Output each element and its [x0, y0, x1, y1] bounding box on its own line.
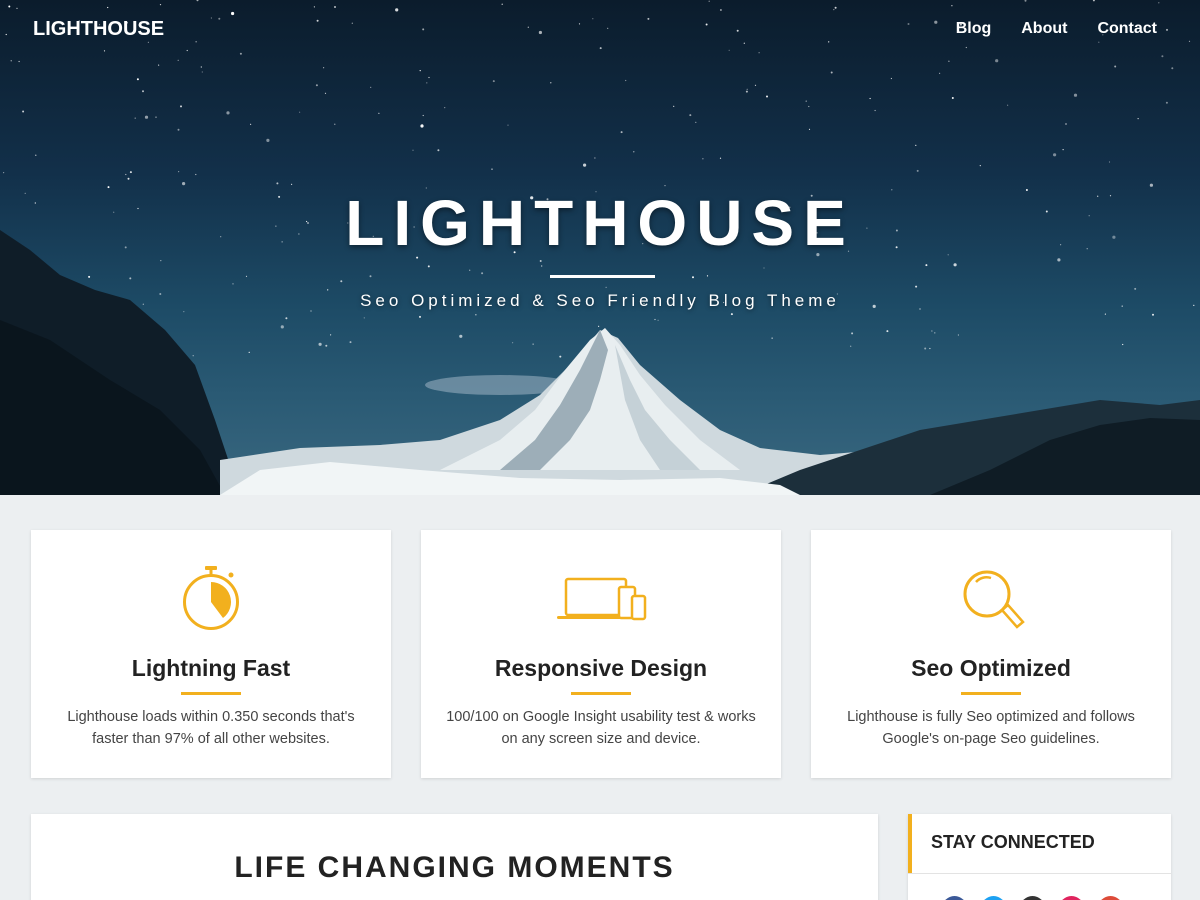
site-logo[interactable]: LIGHTHOUSE	[33, 18, 164, 41]
feature-title: Seo Optimized	[911, 655, 1071, 681]
widget-accent-bar	[908, 814, 912, 873]
magnifier-icon	[963, 570, 1025, 629]
widget-title: STAY CONNECTED	[931, 832, 1095, 852]
devices-icon	[557, 577, 647, 621]
hero-title: LIGHTHOUSE	[345, 187, 855, 259]
facebook-icon[interactable]	[942, 896, 967, 900]
instagram-icon[interactable]	[1059, 896, 1084, 900]
feature-description: Lighthouse is fully Seo optimized and fo…	[847, 709, 1135, 747]
twitter-icon[interactable]	[981, 896, 1006, 900]
nav-link-blog[interactable]: Blog	[956, 20, 992, 38]
feature-title: Lightning Fast	[131, 655, 291, 681]
main-nav: Blog About Contact	[956, 20, 1157, 38]
feature-card-fast: Lightning Fast Lighthouse loads within 0…	[31, 530, 391, 778]
main-content-panel: LIFE CHANGING MOMENTS	[31, 814, 878, 900]
hero-subtitle: Seo Optimized & Seo Friendly Blog Theme	[360, 291, 840, 310]
feature-title-underline	[181, 692, 241, 695]
feature-title-underline	[571, 692, 631, 695]
github-icon[interactable]	[1020, 896, 1045, 900]
feature-description: 100/100 on Google Insight usability test…	[446, 709, 756, 747]
nav-link-about[interactable]: About	[1021, 20, 1067, 38]
sidebar-widget-stay-connected: STAY CONNECTED	[908, 814, 1171, 900]
hero-banner: LIGHTHOUSE Blog About Contact LIGHTHOUSE…	[0, 0, 1200, 495]
google-plus-icon[interactable]	[1098, 896, 1123, 900]
widget-divider	[908, 873, 1171, 874]
feature-title: Responsive Design	[494, 655, 708, 681]
section-heading: LIFE CHANGING MOMENTS	[234, 851, 675, 884]
feature-cards: Lightning Fast Lighthouse loads within 0…	[31, 530, 1171, 778]
nav-link-contact[interactable]: Contact	[1097, 20, 1157, 38]
feature-description: Lighthouse loads within 0.350 seconds th…	[67, 709, 355, 747]
feature-card-responsive: Responsive Design 100/100 on Google Insi…	[421, 530, 781, 778]
feature-card-seo: Seo Optimized Lighthouse is fully Seo op…	[811, 530, 1171, 778]
social-icons	[942, 896, 1123, 900]
feature-title-underline	[961, 692, 1021, 695]
stopwatch-icon	[183, 566, 239, 630]
hero-divider	[550, 275, 655, 278]
